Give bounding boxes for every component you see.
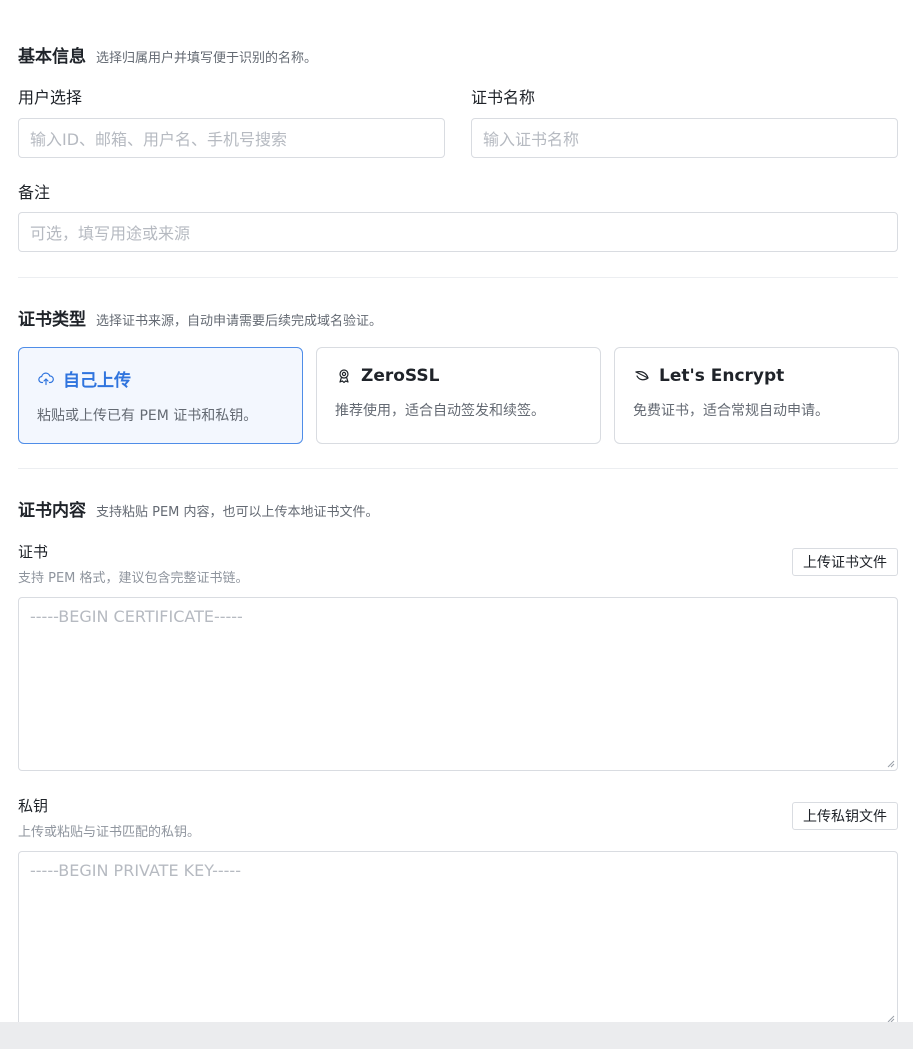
cert-content-title: 证书内容 xyxy=(18,501,86,521)
cert-type-desc-self-upload: 粘贴或上传已有 PEM 证书和私钥。 xyxy=(37,408,258,424)
remark-placeholder: 可选，填写用途或来源 xyxy=(30,224,191,243)
basic-info-title: 基本信息 xyxy=(18,47,86,67)
certificate-hint: 支持 PEM 格式，建议包含完整证书链。 xyxy=(18,571,249,586)
upload-certificate-button[interactable]: 上传证书文件 xyxy=(792,548,898,576)
certificate-label: 证书 xyxy=(18,543,49,561)
certificate-placeholder: -----BEGIN CERTIFICATE----- xyxy=(30,607,243,626)
private-key-textarea[interactable]: -----BEGIN PRIVATE KEY----- xyxy=(18,851,898,1026)
private-key-hint: 上传或粘贴与证书匹配的私钥。 xyxy=(18,825,201,840)
user-search-placeholder: 输入ID、邮箱、用户名、手机号搜索 xyxy=(30,130,288,149)
basic-info-desc: 选择归属用户并填写便于识别的名称。 xyxy=(96,51,318,66)
cert-type-label-letsencrypt: Let's Encrypt xyxy=(659,366,785,386)
footer-bar xyxy=(0,1022,913,1049)
cert-type-label-self-upload: 自己上传 xyxy=(63,371,131,391)
upload-private-key-button[interactable]: 上传私钥文件 xyxy=(792,802,898,830)
basic-info-header: 基本信息 选择归属用户并填写便于识别的名称。 xyxy=(18,42,317,67)
cert-type-desc-letsencrypt: 免费证书，适合常规自动申请。 xyxy=(633,403,829,419)
section-divider xyxy=(18,468,898,469)
section-divider xyxy=(18,277,898,278)
award-badge-icon xyxy=(335,367,353,385)
cert-type-desc: 选择证书来源，自动申请需要后续完成域名验证。 xyxy=(96,314,383,329)
cert-name-input[interactable]: 输入证书名称 xyxy=(471,118,898,158)
user-search-input[interactable]: 输入ID、邮箱、用户名、手机号搜索 xyxy=(18,118,445,158)
user-select-label: 用户选择 xyxy=(18,88,83,107)
certificate-textarea[interactable]: -----BEGIN CERTIFICATE----- xyxy=(18,597,898,771)
cert-type-header: 证书类型 选择证书来源，自动申请需要后续完成域名验证。 xyxy=(18,305,382,330)
leaf-icon xyxy=(633,367,651,385)
private-key-label: 私钥 xyxy=(18,797,49,815)
cert-type-option-letsencrypt[interactable]: Let's Encrypt 免费证书，适合常规自动申请。 xyxy=(614,347,899,444)
cert-name-placeholder: 输入证书名称 xyxy=(483,130,580,149)
cert-content-desc: 支持粘贴 PEM 内容，也可以上传本地证书文件。 xyxy=(96,505,379,520)
cert-content-header: 证书内容 支持粘贴 PEM 内容，也可以上传本地证书文件。 xyxy=(18,496,379,521)
cert-name-label: 证书名称 xyxy=(471,88,536,107)
cert-type-desc-zerossl: 推荐使用，适合自动签发和续签。 xyxy=(335,403,545,419)
resize-handle-icon[interactable] xyxy=(885,758,895,768)
cert-type-option-self-upload[interactable]: 自己上传 粘贴或上传已有 PEM 证书和私钥。 xyxy=(18,347,303,444)
cert-type-option-zerossl[interactable]: ZeroSSL 推荐使用，适合自动签发和续签。 xyxy=(316,347,601,444)
cloud-upload-icon xyxy=(37,370,55,388)
private-key-placeholder: -----BEGIN PRIVATE KEY----- xyxy=(30,861,241,880)
remark-input[interactable]: 可选，填写用途或来源 xyxy=(18,212,898,252)
cert-type-label-zerossl: ZeroSSL xyxy=(361,366,440,386)
cert-type-title: 证书类型 xyxy=(18,310,86,330)
remark-label: 备注 xyxy=(18,183,51,202)
